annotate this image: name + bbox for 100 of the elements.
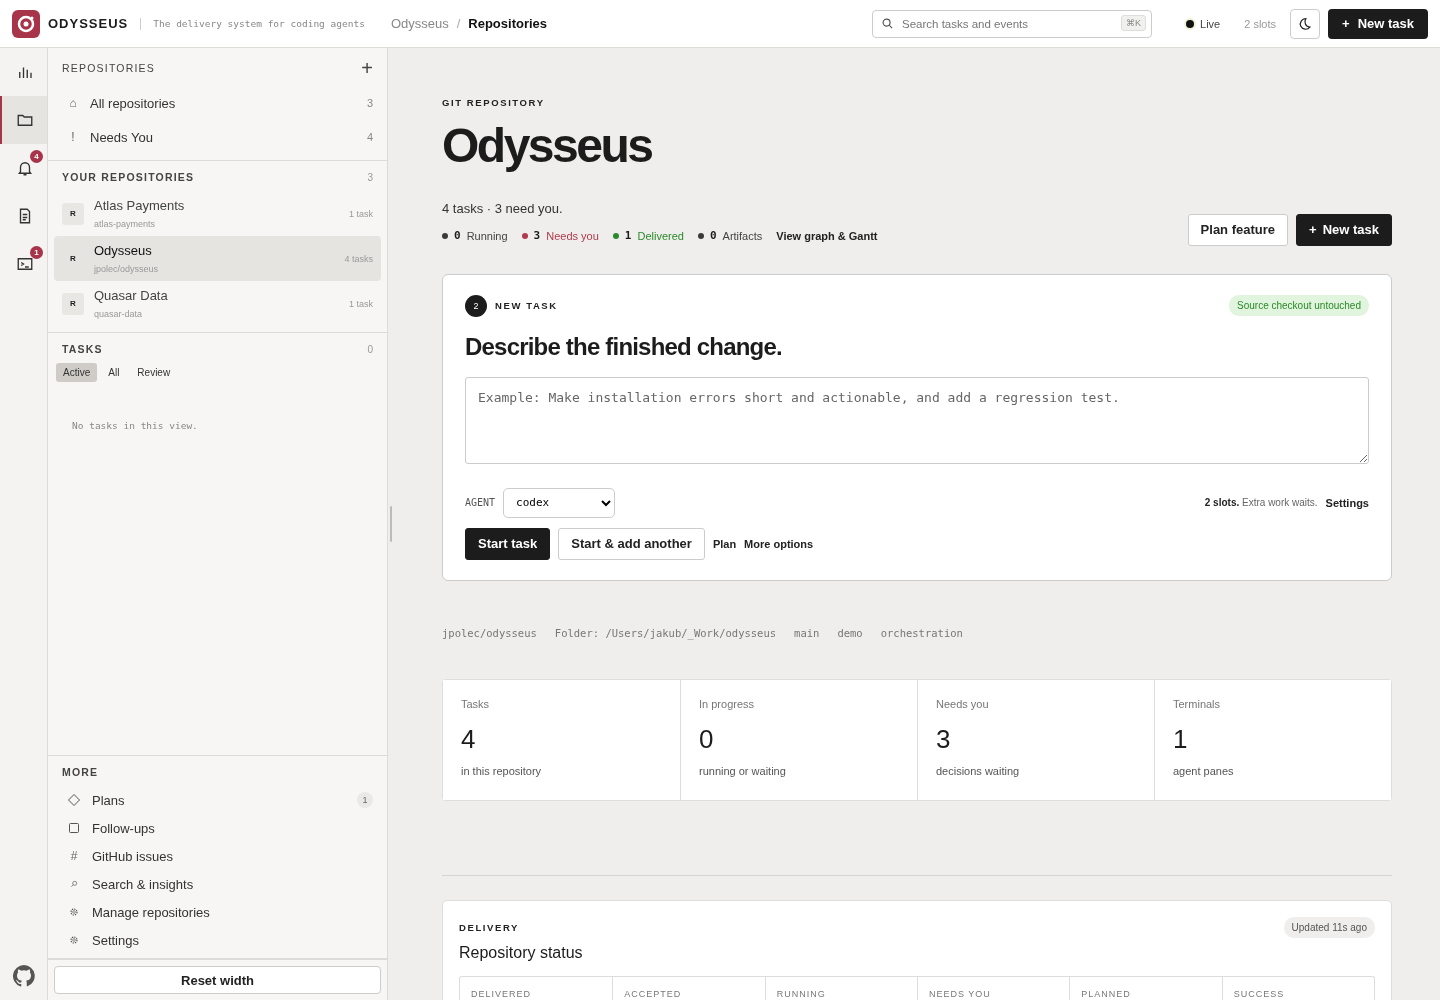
column-header: NEEDS YOU <box>917 976 1070 1000</box>
metric-label: Tasks <box>461 697 491 710</box>
action-button[interactable]: Plan feature <box>1187 213 1289 246</box>
repository-avatar: R <box>62 202 84 225</box>
meta-tag: demo <box>837 626 863 639</box>
link-button[interactable]: Plan <box>712 537 737 550</box>
column-header: PLANNED <box>1069 976 1222 1000</box>
breadcrumb-link[interactable]: Repositories <box>468 16 548 31</box>
metric-note: running or waiting <box>699 764 787 777</box>
meta-tag: Folder: /Users/jakub/_Work/odysseus <box>554 626 777 639</box>
sidebar-item[interactable]: Follow-ups <box>54 814 381 842</box>
column-header: DELIVERED <box>470 987 533 1000</box>
bell-icon <box>15 159 34 177</box>
sidebar-item[interactable]: Search & insights <box>54 870 381 898</box>
sidebar-item[interactable]: Settings <box>54 926 381 954</box>
filter-tab[interactable]: Review <box>130 363 178 382</box>
meta-tag: main <box>794 626 820 639</box>
repository-item[interactable]: R Atlas Payments atlas-payments 1 task <box>54 191 381 236</box>
repository-name: Odysseus <box>94 243 153 258</box>
stat-value: 1 <box>624 229 632 243</box>
filter-tab[interactable]: Active <box>56 363 98 382</box>
moon-icon <box>1298 16 1313 31</box>
new-task-button[interactable]: + New task <box>1328 8 1428 39</box>
empty-message: No tasks in this view. <box>72 420 199 431</box>
settings-icon <box>70 936 78 944</box>
task-count: 1 task <box>349 298 373 309</box>
summary-text: 4 tasks · 3 need you. <box>442 200 564 216</box>
square-icon <box>68 822 80 834</box>
filter-tab[interactable]: All <box>101 363 127 382</box>
repository-item[interactable]: R Quasar Data quasar-data 1 task <box>54 281 381 326</box>
input-field[interactable]: Example: Make installation errors short and actionable, and add a regression test. <box>465 376 1369 464</box>
section-title: YOUR REPOSITORIES <box>62 171 195 183</box>
card-eyebrow: NEW TASK <box>495 300 558 312</box>
column-header: RUNNING <box>764 976 917 1000</box>
terminal-icon <box>15 255 34 273</box>
task-count: 4 tasks <box>344 253 373 264</box>
page-title: Odysseus <box>442 120 653 173</box>
reset-width-button[interactable]: Reset width <box>54 966 381 994</box>
task-count: 1 task <box>349 208 373 219</box>
add-repository-button[interactable]: + <box>361 58 373 78</box>
metric-value: 4 <box>461 723 477 755</box>
brand-name: ODYSSEUS <box>48 16 129 31</box>
section-title: TASKS <box>62 343 103 355</box>
slots-note: 2 slots. Extra work waits. <box>1204 497 1318 509</box>
metric-note: decisions waiting <box>936 764 1021 777</box>
sidebar-item[interactable]: ! Needs You 4 <box>54 120 381 154</box>
repository-slug: quasar-data <box>94 309 144 319</box>
repository-slug: jpolec/odysseus <box>94 264 159 274</box>
metric-note: in this repository <box>461 764 543 777</box>
sidebar-item[interactable]: # GitHub issues <box>54 842 381 870</box>
slots-count: 2 slots <box>1244 17 1277 30</box>
metric-note: agent panes <box>1173 764 1235 777</box>
status-badge: Source checkout untouched <box>1229 295 1369 317</box>
breadcrumb-link[interactable]: Odysseus <box>390 16 449 31</box>
github-icon[interactable] <box>12 965 35 987</box>
meta-tag: jpolec/odysseus <box>442 626 537 639</box>
section-count: 0 <box>367 343 373 355</box>
settings-link[interactable]: Settings <box>1325 496 1369 509</box>
count-badge: 1 <box>357 792 373 808</box>
rail-button[interactable]: 4 <box>0 144 47 192</box>
action-button[interactable]: Start task <box>465 527 551 560</box>
search-icon <box>882 17 894 29</box>
resize-handle[interactable] <box>389 506 392 542</box>
sidebar-item[interactable]: Plans 1 <box>54 786 381 814</box>
breadcrumb-separator: / <box>456 16 461 31</box>
link-button[interactable]: More options <box>744 537 814 550</box>
section-title: REPOSITORIES <box>62 62 155 74</box>
metric-value: 1 <box>1173 723 1189 755</box>
step-number: 2 <box>465 294 487 317</box>
agent-label: AGENT <box>465 497 496 509</box>
logo-icon <box>12 9 40 38</box>
action-button[interactable]: + New task <box>1296 213 1392 246</box>
stat-label: Running <box>466 229 508 242</box>
rail-button[interactable]: 1 <box>0 240 47 288</box>
stat-label: Artifacts <box>722 229 763 242</box>
repository-name: Atlas Payments <box>94 198 185 213</box>
metric-value: 3 <box>936 723 952 755</box>
metric-label: Terminals <box>1173 697 1222 710</box>
diamond-icon <box>68 794 80 806</box>
stat-value: 0 <box>454 229 461 243</box>
sidebar-item[interactable]: ⌂ All repositories 3 <box>54 86 381 120</box>
card-heading: Repository status <box>459 943 584 962</box>
tagline: The delivery system for coding agents <box>153 18 365 29</box>
theme-toggle-button[interactable] <box>1290 8 1321 39</box>
graph-link[interactable]: View graph & Gantt <box>776 229 878 242</box>
section-title: MORE <box>62 766 99 778</box>
repository-item[interactable]: R Odysseus jpolec/odysseus 4 tasks <box>54 236 381 281</box>
stat-label: Delivered <box>637 229 684 242</box>
eyebrow-label: GIT REPOSITORY <box>442 97 546 108</box>
repository-avatar: R <box>62 292 84 315</box>
repository-avatar: R <box>69 253 77 265</box>
metric-value: 0 <box>699 723 715 755</box>
stat-value: 0 <box>709 229 717 243</box>
agent-select[interactable]: codex <box>503 487 616 518</box>
column-header: ACCEPTED <box>612 976 765 1000</box>
column-header: SUCCESS <box>1221 976 1374 1000</box>
sidebar-item[interactable]: Manage repositories <box>54 898 381 926</box>
settings-icon <box>70 908 78 916</box>
card-eyebrow: DELIVERY <box>459 921 519 933</box>
action-button[interactable]: Start & add another <box>558 527 705 560</box>
